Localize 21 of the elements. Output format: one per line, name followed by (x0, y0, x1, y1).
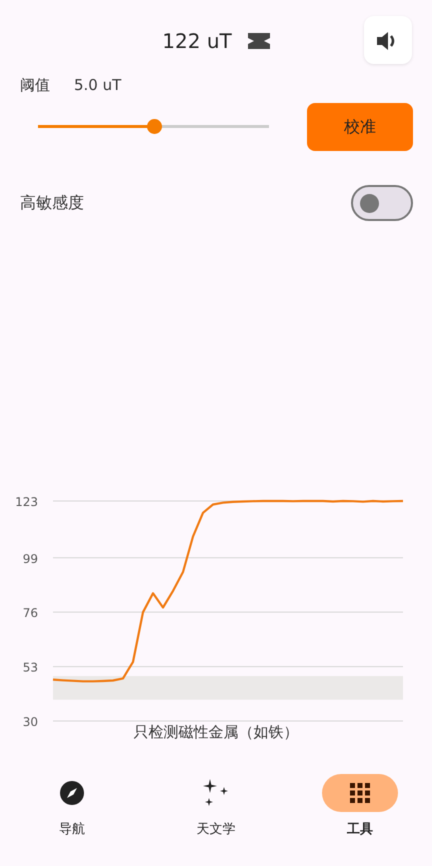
calibrate-button[interactable]: 校准 (307, 102, 413, 150)
y-tick-label: 99 (22, 551, 38, 566)
nav-tab[interactable]: 天文学 (156, 773, 276, 840)
y-tick-label: 123 (15, 494, 38, 508)
threshold-value: 5.0 uT (74, 75, 122, 96)
magnet-icon (248, 33, 270, 49)
sound-button[interactable] (364, 16, 412, 64)
y-tick-label: 30 (22, 714, 38, 728)
compass-icon (60, 781, 84, 805)
field-reading: 122 uT (162, 28, 232, 55)
slider-thumb[interactable] (146, 119, 162, 134)
sparkles-icon (202, 779, 230, 807)
nav-tab[interactable]: 工具 (300, 773, 420, 840)
sensitivity-toggle[interactable] (351, 184, 413, 220)
sensitivity-label: 高敏感度 (20, 192, 84, 214)
chart-caption: 只检测磁性金属（如铁） (134, 722, 298, 740)
grid-icon (350, 783, 370, 803)
nav-tab[interactable]: 导航 (12, 773, 132, 840)
y-tick-label: 76 (22, 606, 38, 620)
y-tick-label: 53 (22, 660, 38, 674)
threshold-label: 阈值 (20, 75, 50, 96)
